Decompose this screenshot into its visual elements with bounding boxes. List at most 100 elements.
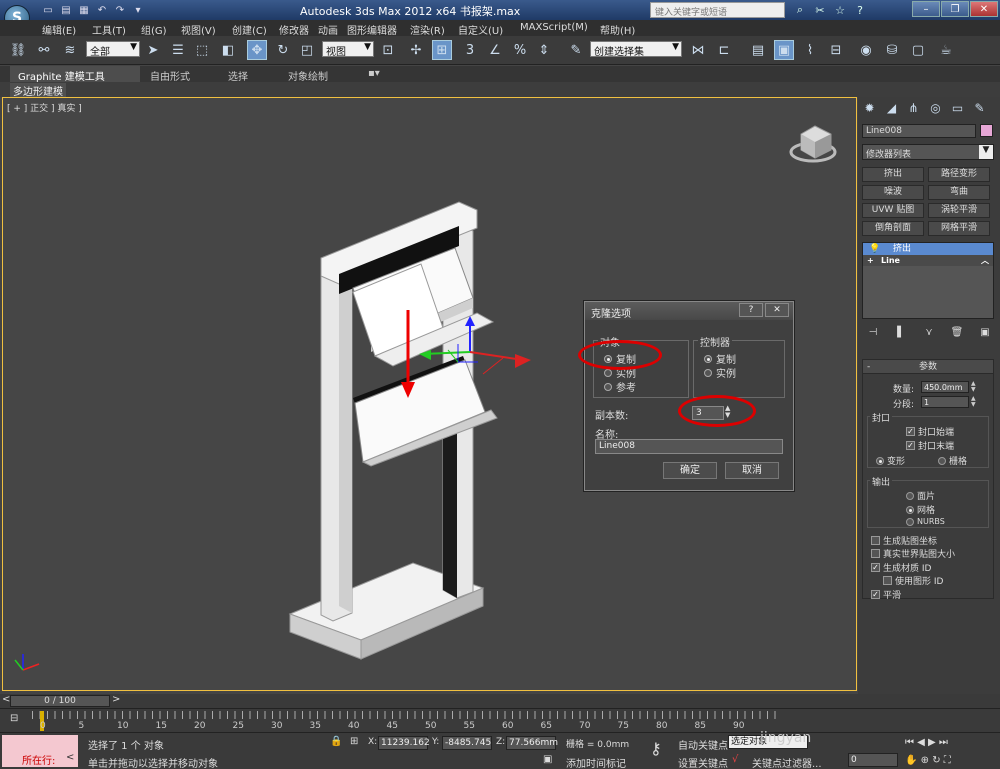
new-file-icon[interactable]: ▭ xyxy=(40,2,56,18)
bind-spacewarp-icon[interactable]: ≋ xyxy=(60,40,80,60)
named-selection-dropdown[interactable]: 创建选择集 ▼ xyxy=(590,41,682,58)
pivot-center-icon[interactable]: ⊡ xyxy=(378,40,398,60)
tab-selection[interactable]: 选择 xyxy=(220,66,256,83)
stack-item-extrude[interactable]: 💡 挤出 xyxy=(863,243,993,255)
modifier-button-path-deform[interactable]: 路径变形 xyxy=(928,167,990,182)
polygon-modeling-label[interactable]: 多边形建模 xyxy=(10,83,66,98)
ok-button[interactable]: 确定 xyxy=(663,462,717,479)
select-by-name-icon[interactable]: ☰ xyxy=(168,40,188,60)
current-frame-field[interactable]: 0 xyxy=(848,753,898,767)
expand-icon[interactable]: + xyxy=(867,255,874,266)
rendered-frame-icon[interactable]: ▢ xyxy=(908,40,928,60)
generate-material-ids-checkbox[interactable]: ✓ 生成材质 ID xyxy=(871,561,931,574)
ribbon-options-icon[interactable]: ▪▾ xyxy=(360,66,388,82)
close-button[interactable]: ✕ xyxy=(970,1,998,17)
time-slider-thumb[interactable]: 0 / 100 xyxy=(10,695,110,707)
next-frame-icon[interactable]: > xyxy=(112,694,120,705)
app-menu-button[interactable]: S xyxy=(0,0,34,31)
modifier-list-dropdown[interactable]: 修改器列表 ▼ xyxy=(862,144,994,160)
controller-instance-radio[interactable]: 实例 xyxy=(704,365,736,380)
modifier-button-noise[interactable]: 噪波 xyxy=(862,185,924,200)
patch-radio[interactable]: 面片 xyxy=(906,489,935,502)
select-scale-icon[interactable]: ◰ xyxy=(297,40,317,60)
save-file-icon[interactable]: ▦ xyxy=(76,2,92,18)
modifier-button-bevel-profile[interactable]: 倒角剖面 xyxy=(862,221,924,236)
select-manipulate-icon[interactable]: ✢ xyxy=(406,40,426,60)
help-icon[interactable]: ? xyxy=(852,2,868,18)
time-tag-icon[interactable]: ▣ xyxy=(543,754,552,765)
menu-maxscript[interactable]: MAXScript(M) xyxy=(520,20,588,35)
viewport-navigation-icons[interactable]: ✋ ⊕ ↻ ⛶ xyxy=(905,755,951,766)
amount-input[interactable]: 450.0mm xyxy=(921,381,969,393)
tab-graphite-modeling[interactable]: Graphite 建模工具 xyxy=(10,66,140,83)
percent-snap-icon[interactable]: % xyxy=(510,40,530,60)
tools-icon[interactable]: ✂ xyxy=(812,2,828,18)
undo-icon[interactable]: ↶ xyxy=(94,2,110,18)
align-icon[interactable]: ⊏ xyxy=(714,40,734,60)
create-tab-icon[interactable]: ✹ xyxy=(860,99,879,117)
modifier-button-turbosmooth[interactable]: 涡轮平滑 xyxy=(928,203,990,218)
segments-spinner[interactable]: ▲ ▼ xyxy=(971,396,978,408)
snaps-toggle-icon[interactable]: 3 xyxy=(460,40,480,60)
use-shape-ids-checkbox[interactable]: 使用图形 ID xyxy=(883,574,943,587)
dialog-title-bar[interactable]: 克隆选项 ? ✕ xyxy=(585,302,793,320)
nurbs-radio[interactable]: NURBS xyxy=(906,517,945,526)
lightbulb-icon[interactable]: 💡 xyxy=(869,243,880,255)
x-coordinate-field[interactable]: 11239.162 xyxy=(378,736,430,750)
add-time-tag[interactable]: 添加时间标记 xyxy=(566,755,626,769)
graphite-toggle-icon[interactable]: ▣ xyxy=(774,40,794,60)
amount-spinner[interactable]: ▲ ▼ xyxy=(971,381,978,393)
display-tab-icon[interactable]: ▭ xyxy=(948,99,967,117)
curve-editor-icon[interactable]: ⌇ xyxy=(800,40,820,60)
real-world-map-size-checkbox[interactable]: 真实世界贴图大小 xyxy=(871,547,955,560)
absolute-mode-icon[interactable]: ⊞ xyxy=(350,736,358,747)
object-color-swatch[interactable] xyxy=(980,124,993,137)
modify-tab-icon[interactable]: ◢ xyxy=(882,99,901,117)
modifier-button-meshsmooth[interactable]: 网格平滑 xyxy=(928,221,990,236)
select-rotate-icon[interactable]: ↻ xyxy=(273,40,293,60)
cap-end-checkbox[interactable]: ✓ 封口末端 xyxy=(906,439,954,452)
dialog-help-button[interactable]: ? xyxy=(739,303,763,317)
object-name-field[interactable]: Line008 xyxy=(862,124,976,138)
playback-controls-icon[interactable]: ⏮ ◀ ▶ ⏭ xyxy=(905,737,948,748)
pin-stack-icon[interactable]: ⊣ xyxy=(866,325,880,339)
star-icon[interactable]: ☆ xyxy=(832,2,848,18)
cancel-button[interactable]: 取消 xyxy=(725,462,779,479)
show-end-result-icon[interactable]: ▌ xyxy=(894,325,908,339)
reference-coordinate-dropdown[interactable]: 视图 ▼ xyxy=(322,41,374,58)
open-file-icon[interactable]: ▤ xyxy=(58,2,74,18)
morph-radio[interactable]: 变形 xyxy=(876,454,905,467)
layer-manager-icon[interactable]: ▤ xyxy=(748,40,768,60)
minimize-button[interactable]: – xyxy=(912,1,940,17)
object-reference-radio[interactable]: 参考 xyxy=(604,379,636,394)
schematic-view-icon[interactable]: ⊟ xyxy=(826,40,846,60)
link-icon[interactable]: ⛓ xyxy=(8,40,28,60)
key-filters-button[interactable]: 关键点过滤器... xyxy=(752,755,822,769)
edit-named-selection-icon[interactable]: ✎ xyxy=(566,40,586,60)
dialog-close-button[interactable]: ✕ xyxy=(765,303,789,317)
track-bar[interactable]: ⊟ 0 5 10 15 20 25 30 35 40 45 50 55 60 65 70 75 80 85 90 xyxy=(0,708,1000,732)
make-unique-icon[interactable]: ⋎ xyxy=(922,325,936,339)
mini-curve-editor-icon[interactable]: ⊟ xyxy=(10,713,18,724)
cap-start-checkbox[interactable]: ✓ 封口始端 xyxy=(906,425,954,438)
modifier-button-uvw-map[interactable]: UVW 贴图 xyxy=(862,203,924,218)
lock-icon[interactable]: 🔒 xyxy=(330,736,342,747)
set-key-button[interactable]: 设置关键点 xyxy=(678,755,728,769)
render-setup-icon[interactable]: ⛁ xyxy=(882,40,902,60)
modifier-button-bend[interactable]: 弯曲 xyxy=(928,185,990,200)
tab-object-paint[interactable]: 对象绘制 xyxy=(280,66,336,83)
binoculars-icon[interactable]: ⌕ xyxy=(792,2,808,18)
controller-copy-radio[interactable]: 复制 xyxy=(704,351,736,366)
hierarchy-tab-icon[interactable]: ⋔ xyxy=(904,99,923,117)
chevron-up-icon[interactable]: ︿ xyxy=(981,255,989,266)
window-crossing-icon[interactable]: ◧ xyxy=(218,40,238,60)
segments-input[interactable]: 1 xyxy=(921,396,969,408)
tab-freeform[interactable]: 自由形式 xyxy=(142,66,198,83)
maximize-button[interactable]: ❐ xyxy=(941,1,969,17)
auto-key-button[interactable]: 自动关键点 xyxy=(678,737,728,752)
render-teapot-icon[interactable]: ☕ xyxy=(936,40,956,60)
configure-modifier-sets-icon[interactable]: ▣ xyxy=(978,325,992,339)
select-move-icon[interactable]: ✥ xyxy=(247,40,267,60)
stack-item-line[interactable]: + Line ︿ xyxy=(863,255,993,266)
mirror-icon[interactable]: ⋈ xyxy=(688,40,708,60)
